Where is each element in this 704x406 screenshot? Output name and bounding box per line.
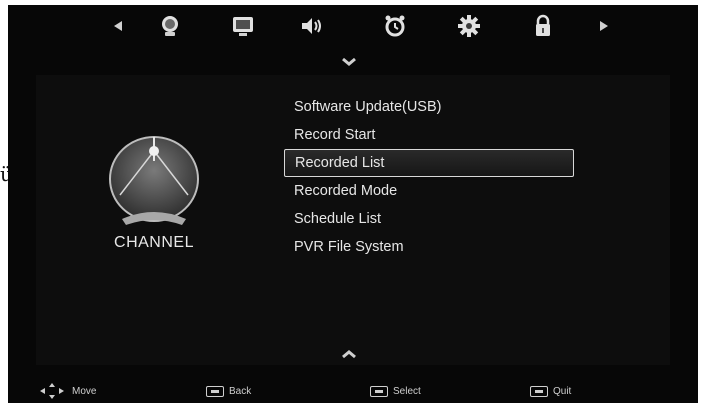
menu-item-pvr-file-system[interactable]: PVR File System (284, 233, 574, 261)
menu-item-recorded-mode[interactable]: Recorded Mode (284, 177, 574, 205)
move-hint: Move (40, 383, 96, 399)
category-label: CHANNEL (114, 234, 194, 251)
arrow-right-icon[interactable] (590, 13, 616, 39)
select-hint-label: Select (393, 385, 421, 397)
scroll-up-chevron-icon[interactable] (341, 57, 357, 67)
back-hint-label: Back (229, 385, 252, 397)
select-hint[interactable]: Select (370, 383, 421, 399)
back-hint[interactable]: Back (206, 383, 251, 399)
pvr-menu-list: Software Update(USB) Record Start Record… (284, 93, 574, 261)
menu-key-icon (206, 385, 224, 397)
footer-hint-bar: Move Back Select Quit (8, 377, 698, 403)
directional-pad-icon (40, 383, 64, 399)
menu-item-recorded-list[interactable]: Recorded List (284, 149, 574, 177)
quit-hint[interactable]: Quit (530, 383, 571, 399)
top-icon-bar (8, 5, 698, 47)
screen-icon[interactable] (230, 13, 256, 39)
arrow-left-icon[interactable] (106, 13, 132, 39)
time-icon[interactable] (382, 13, 408, 39)
satellite-dish-icon (100, 131, 208, 231)
move-hint-label: Move (72, 385, 97, 397)
menu-item-software-update[interactable]: Software Update(USB) (284, 93, 574, 121)
picture-icon[interactable] (157, 13, 183, 39)
scroll-down-chevron-icon[interactable] (341, 349, 357, 359)
lock-icon[interactable] (530, 13, 556, 39)
exit-key-icon (530, 385, 548, 397)
menu-item-record-start[interactable]: Record Start (284, 121, 574, 149)
tv-menu-screen: CHANNEL Software Update(USB) Record Star… (8, 5, 698, 403)
sound-icon[interactable] (298, 13, 324, 39)
menu-item-schedule-list[interactable]: Schedule List (284, 205, 574, 233)
settings-icon[interactable] (456, 13, 482, 39)
quit-hint-label: Quit (553, 385, 572, 397)
ok-key-icon (370, 385, 388, 397)
